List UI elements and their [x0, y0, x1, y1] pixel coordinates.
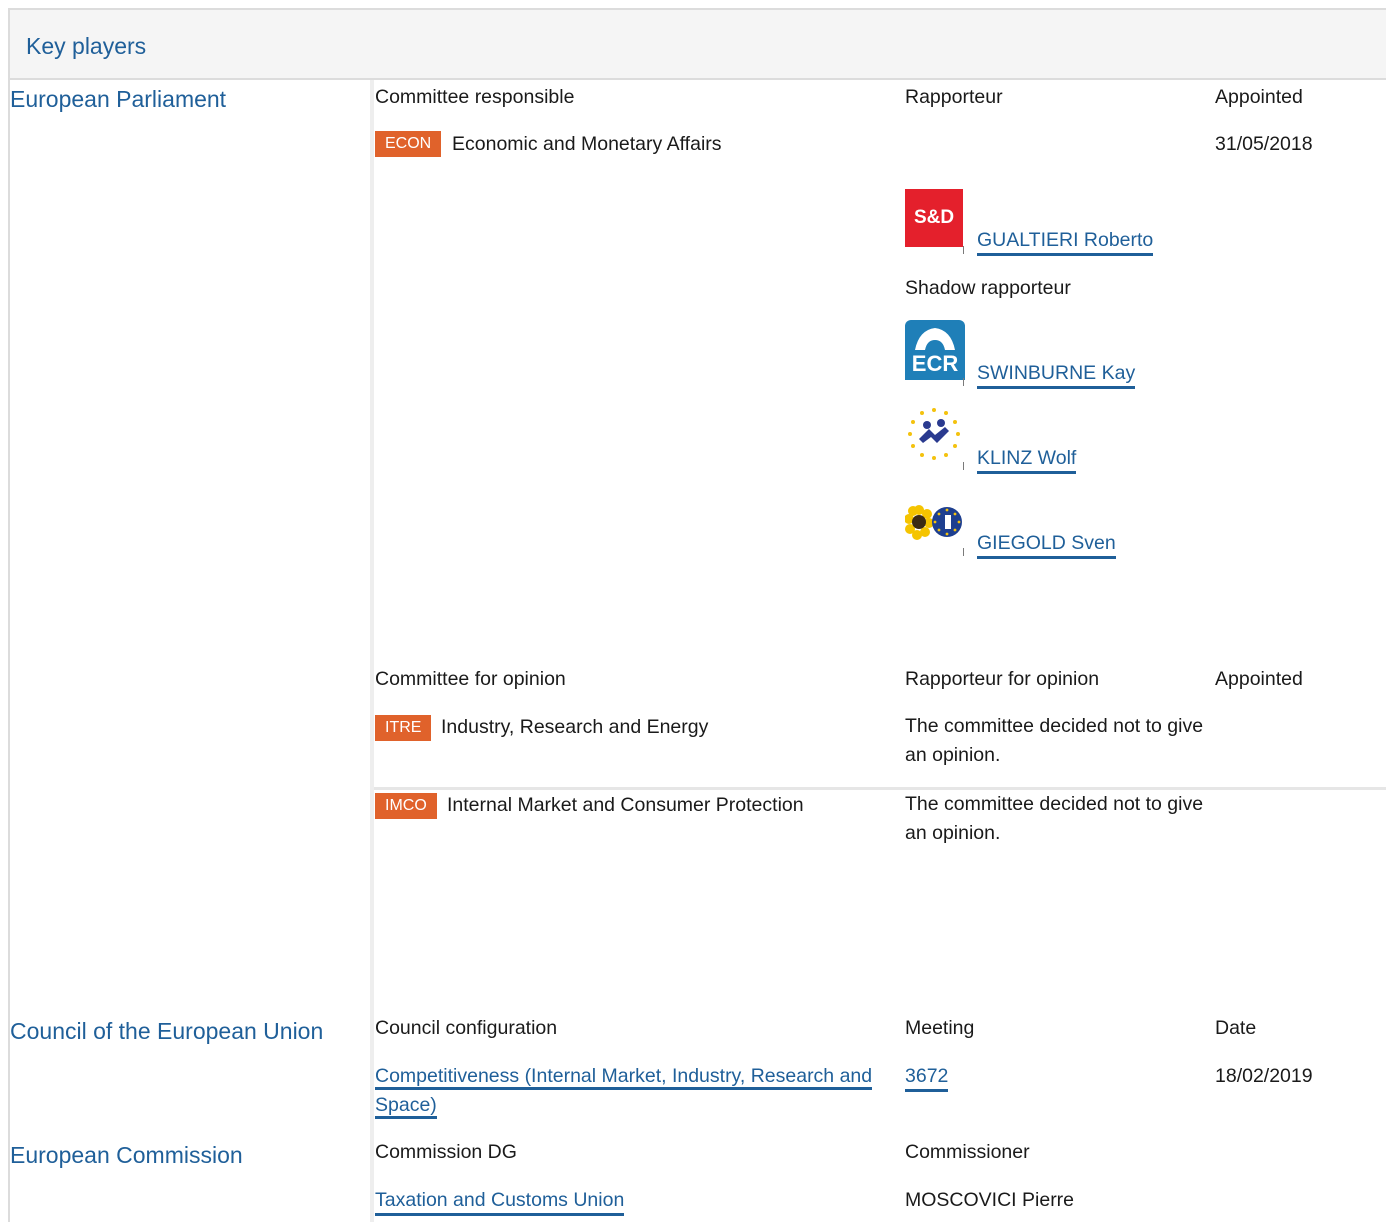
col-appointed-opinion: Appointed	[1215, 668, 1303, 690]
meeting-link[interactable]: 3672	[905, 1063, 949, 1092]
shadow-link-klinz[interactable]: KLINZ Wolf	[977, 445, 1077, 474]
col-council-configuration: Council configuration	[375, 1017, 558, 1039]
council-configuration-text[interactable]: Competitiveness (Internal Market, Indust…	[375, 1065, 873, 1119]
column-divider	[370, 80, 374, 1222]
alde-logo-icon	[905, 405, 963, 463]
col-commissioner: Commissioner	[905, 1141, 1030, 1163]
institution-council: Council of the European Union	[10, 1018, 324, 1044]
committee-name-itre: Industry, Research and Energy	[441, 716, 709, 738]
ecr-logo-icon: ECR	[905, 320, 965, 380]
shadow-link-swinburne[interactable]: SWINBURNE Kay	[977, 360, 1136, 389]
col-commission-dg: Commission DG	[375, 1141, 517, 1163]
col-committee-opinion: Committee for opinion	[375, 668, 566, 690]
logo-separator	[963, 548, 964, 556]
logo-separator	[963, 462, 964, 470]
ecr-logo-text: ECR	[911, 351, 959, 376]
council-date: 18/02/2019	[1215, 1065, 1313, 1087]
rapporteur-link-gualtieri[interactable]: GUALTIERI Roberto	[977, 227, 1154, 256]
alde-stars-icon	[908, 408, 960, 460]
committee-name-econ: Economic and Monetary Affairs	[452, 133, 722, 155]
col-rapporteur-opinion: Rapporteur for opinion	[905, 668, 1100, 690]
section-header	[10, 10, 1386, 80]
council-configuration-link[interactable]: Competitiveness (Internal Market, Indust…	[375, 1062, 900, 1120]
row-divider	[374, 787, 1386, 790]
committee-badge-econ: ECON	[375, 131, 442, 157]
shadow-link-giegold[interactable]: GIEGOLD Sven	[977, 530, 1116, 559]
appointed-date: 31/05/2018	[1215, 133, 1313, 155]
opinion-note-imco: The committee decided not to give an opi…	[905, 793, 1204, 844]
sunflower-icon	[904, 505, 962, 540]
logo-separator	[963, 246, 964, 254]
sd-group-logo-icon: S&D	[905, 189, 963, 247]
commission-dg-link[interactable]: Taxation and Customs Union	[375, 1187, 625, 1216]
institution-parliament: European Parliament	[10, 86, 227, 112]
sd-logo-text: S&D	[913, 207, 955, 228]
col-committee-responsible: Committee responsible	[375, 86, 575, 108]
institution-commission: European Commission	[10, 1142, 243, 1168]
col-rapporteur: Rapporteur	[905, 86, 1003, 108]
logo-separator	[963, 378, 964, 386]
col-meeting: Meeting	[905, 1017, 975, 1039]
col-appointed: Appointed	[1215, 86, 1303, 108]
col-date: Date	[1215, 1017, 1257, 1039]
committee-name-imco: Internal Market and Consumer Protection	[447, 794, 804, 816]
committee-badge-itre: ITRE	[375, 715, 432, 741]
commissioner-name: MOSCOVICI Pierre	[905, 1189, 1075, 1211]
greens-efa-logo-icon	[904, 505, 965, 541]
shadow-rapporteur-label: Shadow rapporteur	[905, 277, 1071, 299]
committee-badge-imco: IMCO	[375, 793, 437, 819]
section-title: Key players	[26, 33, 147, 59]
opinion-note-itre: The committee decided not to give an opi…	[905, 715, 1204, 766]
